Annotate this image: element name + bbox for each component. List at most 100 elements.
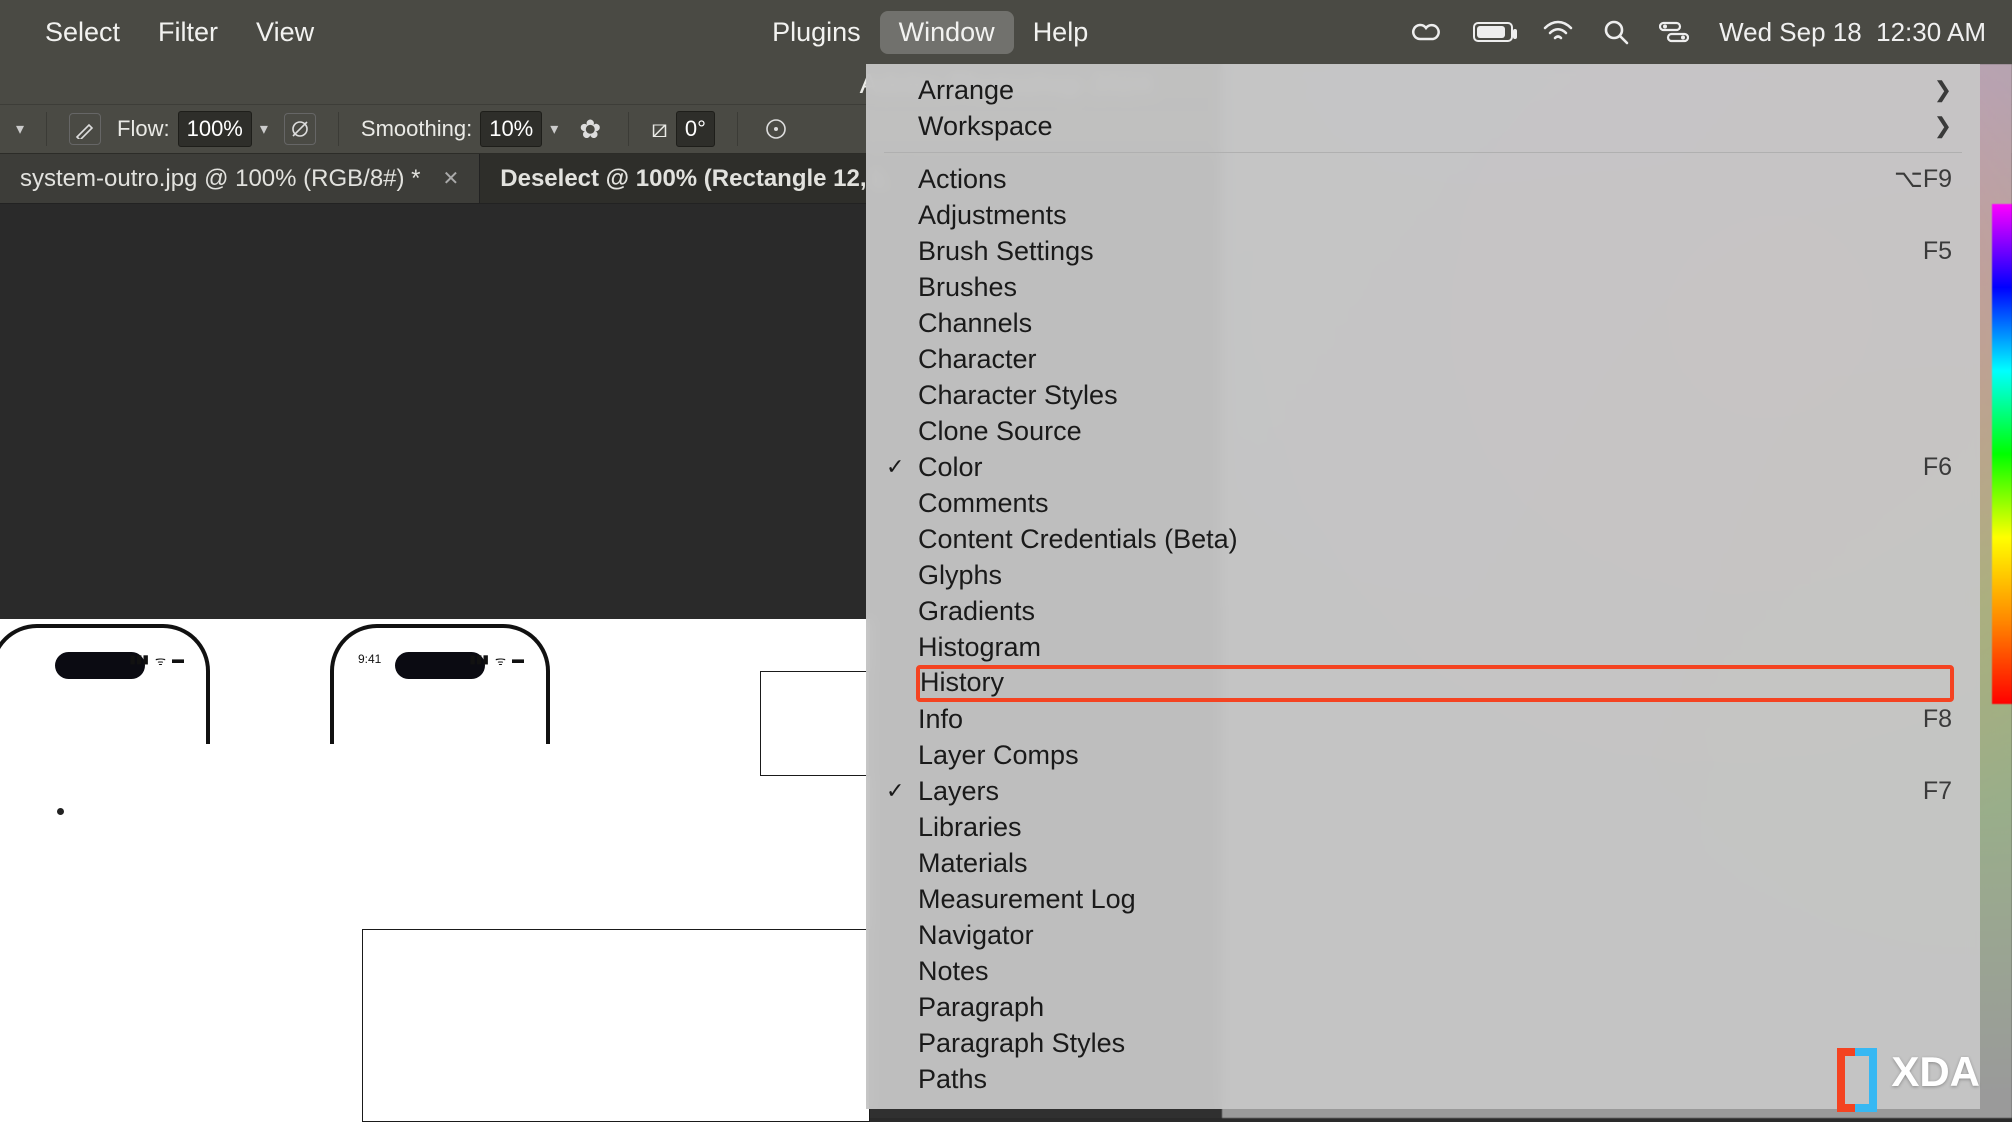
watermark-xda: XDA [1837, 1048, 1980, 1096]
menu-plugins[interactable]: Plugins [753, 11, 880, 54]
menu-item-label: Navigator [918, 920, 1952, 951]
menu-item-layer-comps[interactable]: Layer Comps [866, 737, 1980, 773]
close-tab-icon[interactable]: ✕ [443, 166, 460, 191]
menu-item-brushes[interactable]: Brushes [866, 269, 1980, 305]
angle-value[interactable]: 0° [676, 111, 715, 147]
menu-item-label: Comments [918, 488, 1952, 519]
artboard-rectangle[interactable] [362, 929, 870, 1122]
menu-help[interactable]: Help [1014, 11, 1108, 54]
color-hue-strip[interactable] [1992, 204, 2012, 704]
menu-item-shortcut: ⌥F9 [1894, 164, 1952, 194]
menu-item-label: Layer Comps [918, 740, 1952, 771]
flow-chevron-icon[interactable]: ▾ [260, 119, 268, 139]
control-center-icon[interactable] [1659, 21, 1689, 43]
menu-item-workspace[interactable]: Workspace❯ [866, 108, 1980, 144]
phone-status-icons: ▮▮▮ᯤ▬ [129, 652, 184, 669]
pressure-opacity-icon[interactable] [284, 113, 316, 145]
menu-item-label: Brush Settings [918, 236, 1923, 267]
watermark-text: XDA [1891, 1048, 1980, 1096]
menu-item-channels[interactable]: Channels [866, 305, 1980, 341]
menu-item-label: Info [918, 704, 1923, 735]
checkmark-icon: ✓ [886, 454, 904, 480]
menu-item-brush-settings[interactable]: Brush SettingsF5 [866, 233, 1980, 269]
smoothing-gear-icon[interactable]: ✿ [574, 113, 606, 145]
menu-item-histogram[interactable]: Histogram [866, 629, 1980, 665]
menu-separator [884, 152, 1962, 153]
menu-item-adjustments[interactable]: Adjustments [866, 197, 1980, 233]
menubar-mid-group: Plugins Window Help [753, 11, 1107, 54]
canvas-point [57, 808, 64, 815]
menu-item-label: Measurement Log [918, 884, 1952, 915]
menu-item-paragraph[interactable]: Paragraph [866, 989, 1980, 1025]
menu-item-content-credentials-beta[interactable]: Content Credentials (Beta) [866, 521, 1980, 557]
watermark-bracket-icon [1837, 1048, 1877, 1096]
menu-item-navigator[interactable]: Navigator [866, 917, 1980, 953]
menu-item-color[interactable]: ✓ColorF6 [866, 449, 1980, 485]
battery-icon[interactable] [1473, 22, 1513, 42]
menu-filter[interactable]: Filter [139, 11, 237, 54]
macos-menubar: Select Filter View Plugins Window Help W… [0, 0, 2012, 64]
pressure-size-icon[interactable] [760, 113, 792, 145]
menu-item-history[interactable]: History [866, 665, 1980, 701]
menu-view[interactable]: View [237, 11, 333, 54]
menu-item-label: History [918, 667, 1952, 700]
submenu-arrow-icon: ❯ [1934, 77, 1952, 103]
menubar-date[interactable]: Wed Sep 18 12:30 AM [1719, 17, 1986, 48]
menu-item-label: Brushes [918, 272, 1952, 303]
smoothing-chevron-icon[interactable]: ▾ [550, 119, 558, 139]
menu-item-libraries[interactable]: Libraries [866, 809, 1980, 845]
menu-item-arrange[interactable]: Arrange❯ [866, 72, 1980, 108]
flow-value[interactable]: 100% [178, 111, 252, 147]
canvas-pasteboard [0, 204, 870, 619]
menu-item-comments[interactable]: Comments [866, 485, 1980, 521]
menu-item-notes[interactable]: Notes [866, 953, 1980, 989]
phone-status-icons: ▮▮▮ᯤ▬ [469, 652, 524, 669]
creative-cloud-icon[interactable] [1411, 21, 1443, 43]
menu-item-paths[interactable]: Paths [866, 1061, 1980, 1097]
menu-window[interactable]: Window [880, 11, 1014, 54]
smoothing-value[interactable]: 10% [480, 111, 542, 147]
menu-item-layers[interactable]: ✓LayersF7 [866, 773, 1980, 809]
checkmark-icon: ✓ [886, 778, 904, 804]
menu-item-label: Arrange [918, 75, 1934, 106]
menu-item-materials[interactable]: Materials [866, 845, 1980, 881]
menu-item-character[interactable]: Character [866, 341, 1980, 377]
document-tab-label: system-outro.jpg @ 100% (RGB/8#) * [20, 165, 421, 193]
menu-item-glyphs[interactable]: Glyphs [866, 557, 1980, 593]
menu-item-label: Channels [918, 308, 1952, 339]
menu-item-label: Clone Source [918, 416, 1952, 447]
menu-item-label: Gradients [918, 596, 1952, 627]
menu-item-label: Paragraph Styles [918, 1028, 1952, 1059]
menu-item-label: Actions [918, 164, 1894, 195]
smoothing-label: Smoothing: [361, 116, 472, 142]
document-tab-label: Deselect @ 100% (Rectangle 12, L [500, 165, 888, 193]
angle-icon: ⧄ [651, 113, 668, 145]
menu-item-label: Workspace [918, 111, 1934, 142]
wifi-icon[interactable] [1543, 20, 1573, 44]
menu-item-shortcut: F8 [1923, 705, 1952, 734]
iphone-mock-2: 9:41 ▮▮▮ᯤ▬ [330, 624, 550, 744]
menu-item-label: Histogram [918, 632, 1952, 663]
menu-item-clone-source[interactable]: Clone Source [866, 413, 1980, 449]
search-icon[interactable] [1603, 19, 1629, 45]
iphone-mock-1: ▮▮▮ᯤ▬ [0, 624, 210, 744]
document-tab[interactable]: Deselect @ 100% (Rectangle 12, L [480, 154, 909, 203]
menu-item-label: Content Credentials (Beta) [918, 524, 1952, 555]
menu-item-label: Color [918, 452, 1923, 483]
menu-item-shortcut: F7 [1923, 777, 1952, 806]
menu-item-label: Character Styles [918, 380, 1952, 411]
menu-item-actions[interactable]: Actions⌥F9 [866, 161, 1980, 197]
menu-item-paragraph-styles[interactable]: Paragraph Styles [866, 1025, 1980, 1061]
menu-item-label: Materials [918, 848, 1952, 879]
menu-item-info[interactable]: InfoF8 [866, 701, 1980, 737]
menubar-status-group: Wed Sep 18 12:30 AM [1411, 17, 1986, 48]
menu-item-label: Glyphs [918, 560, 1952, 591]
menu-item-character-styles[interactable]: Character Styles [866, 377, 1980, 413]
menu-item-label: Paragraph [918, 992, 1952, 1023]
menu-select[interactable]: Select [26, 11, 139, 54]
menu-item-measurement-log[interactable]: Measurement Log [866, 881, 1980, 917]
selection-rectangle[interactable] [760, 671, 870, 776]
menu-item-gradients[interactable]: Gradients [866, 593, 1980, 629]
document-tab[interactable]: system-outro.jpg @ 100% (RGB/8#) * ✕ [0, 154, 480, 203]
airbrush-icon[interactable] [69, 113, 101, 145]
